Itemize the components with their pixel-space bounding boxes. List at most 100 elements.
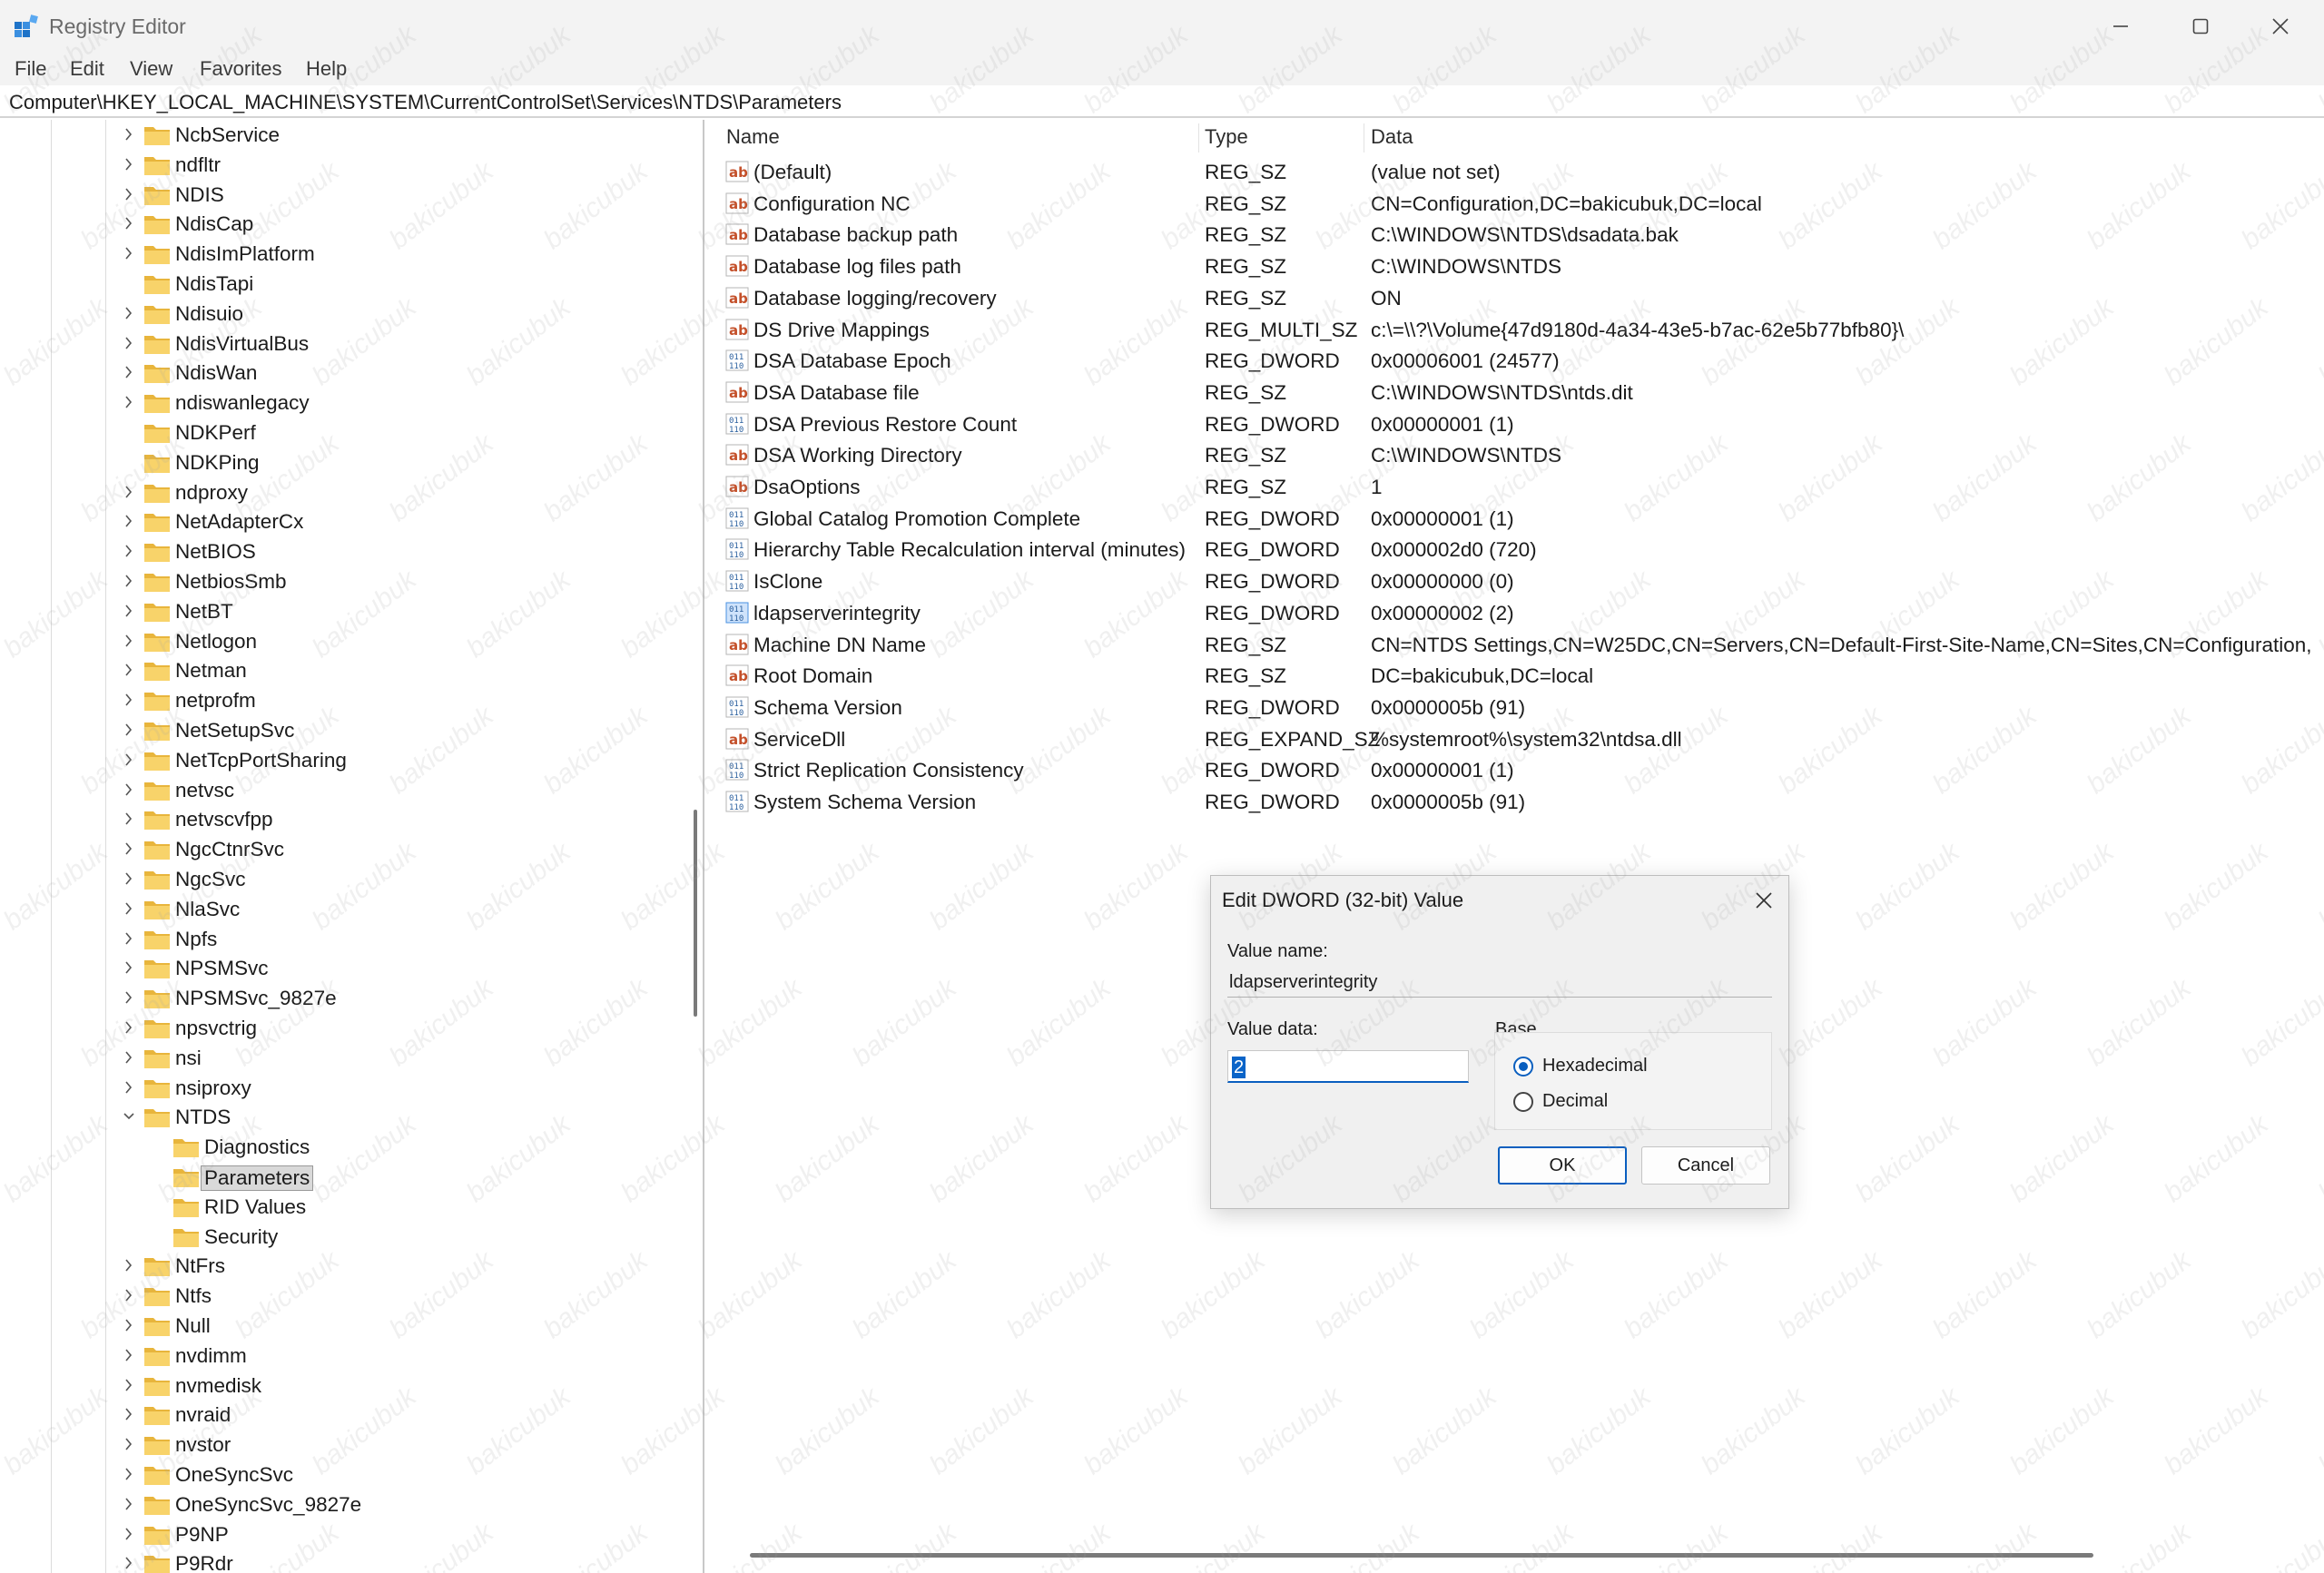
tree-item-label[interactable]: nvraid <box>175 1403 231 1427</box>
list-horizontal-scrollbar[interactable] <box>750 1553 2093 1558</box>
value-row[interactable]: 011 110 DSA Database Epoch REG_DWORD 0x00006… <box>717 345 2324 376</box>
menu-help[interactable]: Help <box>306 57 347 81</box>
value-row[interactable]: ab DsaOptions REG_SZ 1 <box>717 471 2324 502</box>
registry-values-list[interactable]: Name Type Data ab (Default) REG_SZ (value n… <box>717 120 2324 1573</box>
chevron-right-icon[interactable] <box>121 959 137 976</box>
tree-item-label[interactable]: npsvctrig <box>175 1017 257 1040</box>
tree-item-label[interactable]: NDIS <box>175 183 224 207</box>
tree-item-label[interactable]: NetTcpPortSharing <box>175 749 347 772</box>
tree-vertical-scrollbar[interactable] <box>694 810 697 1017</box>
minimize-button[interactable] <box>2081 0 2161 53</box>
tree-item-label[interactable]: NlaSvc <box>175 898 240 921</box>
tree-item-label[interactable]: NetbiosSmb <box>175 570 287 594</box>
tree-item-label[interactable]: nvmedisk <box>175 1374 261 1398</box>
tree-item-label[interactable]: NetBIOS <box>175 540 256 564</box>
chevron-right-icon[interactable] <box>121 1079 137 1096</box>
tree-item[interactable]: ndiswanlegacy <box>2 388 692 418</box>
tree-item-label[interactable]: P9Rdr <box>175 1552 233 1573</box>
chevron-right-icon[interactable] <box>121 811 137 827</box>
tree-item-label[interactable]: NPSMSvc <box>175 957 269 980</box>
tree-item-label[interactable]: netvsc <box>175 779 234 802</box>
decimal-radio[interactable] <box>1513 1092 1533 1112</box>
column-header-type[interactable]: Type <box>1205 125 1248 149</box>
tree-item[interactable]: netvsc <box>2 775 692 805</box>
tree-item-label[interactable]: Parameters <box>201 1165 314 1191</box>
tree-item-label[interactable]: ndiswanlegacy <box>175 391 310 415</box>
chevron-right-icon[interactable] <box>121 1496 137 1512</box>
tree-item-label[interactable]: ndproxy <box>175 481 248 505</box>
value-row[interactable]: 011 110 ldapserverintegrity REG_DWORD 0x0000… <box>717 597 2324 628</box>
tree-item[interactable]: nvmedisk <box>2 1371 692 1401</box>
chevron-right-icon[interactable] <box>121 513 137 529</box>
tree-item-label[interactable]: Ndisuio <box>175 302 243 326</box>
value-row[interactable]: 011 110 DSA Previous Restore Count REG_DWOR… <box>717 408 2324 439</box>
tree-item-label[interactable]: NDKPing <box>175 451 260 475</box>
chevron-right-icon[interactable] <box>121 394 137 410</box>
chevron-right-icon[interactable] <box>121 900 137 917</box>
tree-item[interactable]: P9NP <box>2 1519 692 1549</box>
tree-item-label[interactable]: NDKPerf <box>175 421 256 445</box>
tree-item[interactable]: NDIS <box>2 180 692 210</box>
tree-item-label[interactable]: OneSyncSvc_9827e <box>175 1493 361 1517</box>
tree-item[interactable]: Security <box>2 1222 692 1252</box>
tree-item[interactable]: Netlogon <box>2 626 692 656</box>
tree-item[interactable]: netvscvfpp <box>2 804 692 834</box>
tree-item[interactable]: NTDS <box>2 1102 692 1132</box>
tree-item[interactable]: NDKPerf <box>2 418 692 447</box>
chevron-right-icon[interactable] <box>121 1555 137 1571</box>
tree-item[interactable]: NcbService <box>2 120 692 150</box>
tree-item[interactable]: Netman <box>2 655 692 685</box>
menu-edit[interactable]: Edit <box>70 57 104 81</box>
chevron-right-icon[interactable] <box>121 930 137 947</box>
tree-item[interactable]: NdisVirtualBus <box>2 329 692 359</box>
chevron-right-icon[interactable] <box>121 1257 137 1273</box>
decimal-label[interactable]: Decimal <box>1542 1091 1608 1112</box>
tree-item-label[interactable]: NgcCtnrSvc <box>175 838 284 861</box>
tree-item[interactable]: Npfs <box>2 924 692 954</box>
tree-item[interactable]: Ntfs <box>2 1281 692 1311</box>
tree-item[interactable]: NetTcpPortSharing <box>2 745 692 775</box>
chevron-right-icon[interactable] <box>121 1377 137 1393</box>
tree-item[interactable]: RID Values <box>2 1192 692 1222</box>
chevron-right-icon[interactable] <box>121 1317 137 1333</box>
value-row[interactable]: 011 110 Schema Version REG_DWORD 0x0000005b … <box>717 692 2324 723</box>
tree-item[interactable]: NdisImPlatform <box>2 239 692 269</box>
chevron-right-icon[interactable] <box>121 633 137 649</box>
tree-item[interactable]: OneSyncSvc_9827e <box>2 1489 692 1519</box>
tree-item[interactable]: NdisCap <box>2 209 692 239</box>
tree-item[interactable]: nvstor <box>2 1430 692 1460</box>
tree-item[interactable]: NetbiosSmb <box>2 566 692 596</box>
chevron-down-icon[interactable] <box>121 1108 137 1125</box>
tree-item[interactable]: OneSyncSvc <box>2 1460 692 1489</box>
tree-item[interactable]: Diagnostics <box>2 1132 692 1162</box>
tree-item-label[interactable]: NdisCap <box>175 212 253 236</box>
tree-item-label[interactable]: NdisVirtualBus <box>175 332 309 356</box>
ok-button[interactable]: OK <box>1498 1146 1627 1185</box>
menu-view[interactable]: View <box>130 57 172 81</box>
column-header-data[interactable]: Data <box>1371 125 1413 149</box>
value-row[interactable]: ab DSA Working Directory REG_SZ C:\WINDOWS\… <box>717 439 2324 470</box>
chevron-right-icon[interactable] <box>121 1287 137 1303</box>
tree-item-label[interactable]: Npfs <box>175 928 217 951</box>
tree-item[interactable]: NgcSvc <box>2 864 692 894</box>
chevron-right-icon[interactable] <box>121 156 137 172</box>
tree-item[interactable]: NdisWan <box>2 358 692 388</box>
tree-item[interactable]: npsvctrig <box>2 1013 692 1043</box>
chevron-right-icon[interactable] <box>121 364 137 380</box>
tree-item-label[interactable]: Ntfs <box>175 1284 212 1308</box>
tree-item-label[interactable]: nsi <box>175 1047 202 1070</box>
tree-item-label[interactable]: NPSMSvc_9827e <box>175 987 337 1010</box>
tree-item[interactable]: Null <box>2 1311 692 1341</box>
tree-item-label[interactable]: NTDS <box>175 1106 231 1129</box>
value-row[interactable]: ab Database logging/recovery REG_SZ ON <box>717 282 2324 313</box>
chevron-right-icon[interactable] <box>121 870 137 887</box>
close-button[interactable] <box>2240 0 2320 53</box>
chevron-right-icon[interactable] <box>121 1526 137 1542</box>
value-row[interactable]: ab Database log files path REG_SZ C:\WINDOW… <box>717 251 2324 281</box>
maximize-button[interactable] <box>2161 0 2240 53</box>
tree-item[interactable]: ndfltr <box>2 150 692 180</box>
tree-item-label[interactable]: nvstor <box>175 1433 231 1457</box>
registry-key-tree[interactable]: NcbService ndfltr NDIS NdisCap NdisImPlatfor… <box>2 120 704 1573</box>
value-row[interactable]: 011 110 Hierarchy Table Recalculation inte… <box>717 534 2324 565</box>
value-row[interactable]: 011 110 IsClone REG_DWORD 0x00000000 (0) <box>717 565 2324 596</box>
